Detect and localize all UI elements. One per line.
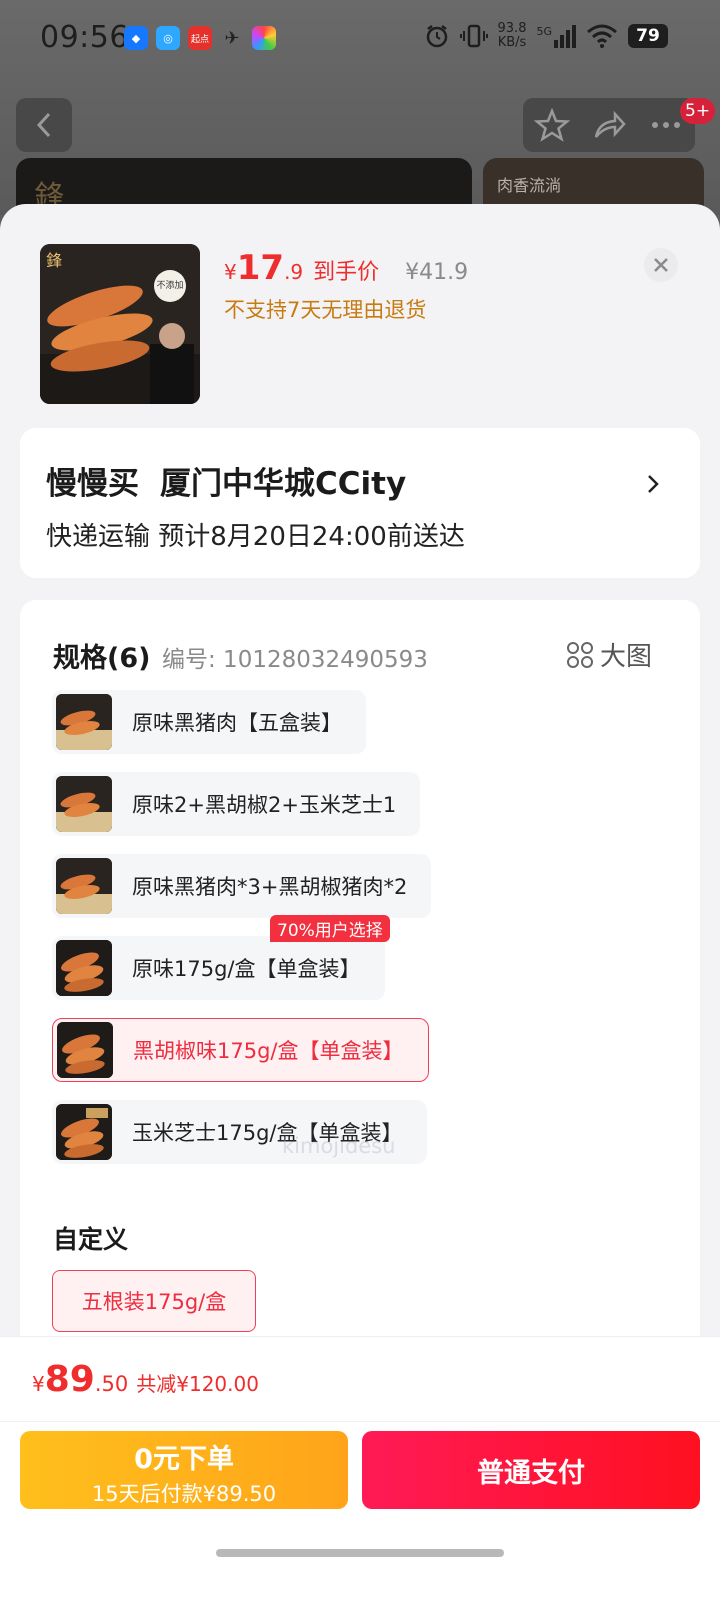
sku-number: 编号: 10128032490593 <box>162 647 428 673</box>
grid-icon <box>567 641 593 668</box>
total-integer: 89 <box>44 1359 95 1400</box>
spec-option-label: 原味175g/盒【单盒装】 <box>132 957 361 981</box>
app-icon-bird: ✈ <box>224 27 240 49</box>
delivery-address-card[interactable]: 慢慢买 厦门中华城CCity 快递运输 预计8月20日24:00前送达 <box>20 428 700 578</box>
app-icon-photos <box>252 26 276 50</box>
app-icon-qidian: 起点 <box>188 26 212 50</box>
big-image-label: 大图 <box>600 642 653 672</box>
spec-option-label: 黑胡椒味175g/盒【单盒装】 <box>133 1039 404 1063</box>
total-currency: ¥ <box>32 1372 45 1396</box>
app-icon-blue: ◆ <box>124 26 148 50</box>
return-policy: 不支持7天无理由退货 <box>224 298 427 322</box>
spec-option[interactable]: 原味黑猪肉*3+黑胡椒猪肉*2 <box>52 854 432 918</box>
delivery-estimate: 快递运输 预计8月20日24:00前送达 <box>46 522 465 552</box>
alarm-icon <box>426 25 447 48</box>
price-integer: 17 <box>236 248 285 288</box>
back-button[interactable] <box>16 98 72 152</box>
home-indicator[interactable] <box>216 1549 504 1557</box>
spec-option-selected[interactable]: 黑胡椒味175g/盒【单盒装】 <box>52 1018 429 1082</box>
status-time: 09:56 <box>40 20 129 55</box>
spec-title-text: 规格 <box>53 643 107 674</box>
status-right: 93.8 KB/s 5G 79 <box>424 22 668 50</box>
spec-option[interactable]: 原味175g/盒【单盒装】 <box>52 936 385 1000</box>
close-button[interactable] <box>644 248 678 282</box>
wifi-icon <box>587 24 617 48</box>
price-label: 到手价 <box>313 260 380 285</box>
spec-option-thumbnail <box>56 940 112 996</box>
share-icon[interactable] <box>591 107 627 143</box>
zero-down-order-button[interactable]: 0元下单 15天后付款¥89.50 <box>20 1431 348 1509</box>
favorite-star-icon[interactable] <box>533 107 570 143</box>
popular-choice-badge: 70%用户选择 <box>270 915 390 942</box>
recipient-name: 慢慢买 <box>46 466 139 502</box>
product-page-background: 09:56 ◆ ◎ 起点 ✈ 93.8 KB/s 5G 79 5+ 鋒 肉香流淌 <box>0 0 720 228</box>
sausage-product-image: 鋒 <box>40 244 200 404</box>
divider <box>0 1421 720 1422</box>
total-discount: 共减¥120.00 <box>136 1372 259 1396</box>
vibrate-icon <box>459 24 488 48</box>
spec-option-label: 原味黑猪肉*3+黑胡椒猪肉*2 <box>132 875 408 899</box>
svg-text:鋒: 鋒 <box>46 251 62 270</box>
spec-title: 规格(6) <box>53 636 150 675</box>
original-price: ¥41.9 <box>405 260 469 285</box>
banner-right-text: 肉香流淌 <box>497 176 562 195</box>
net-speed-value: 93.8 <box>497 21 527 36</box>
thumb-badge: 不添加 <box>156 281 184 291</box>
chevron-right-icon <box>648 475 659 493</box>
price-decimal: .9 <box>284 260 304 284</box>
spec-option-thumbnail <box>56 858 112 914</box>
notification-icons: ◆ ◎ 起点 ✈ <box>124 26 276 50</box>
net-speed-unit: KB/s <box>497 35 527 50</box>
spec-count: (6) <box>107 643 151 674</box>
header-actions <box>523 98 695 152</box>
watermark: kimojidesu <box>282 1134 396 1158</box>
normal-pay-button[interactable]: 普通支付 <box>362 1431 700 1509</box>
network-type: 5G <box>536 24 552 38</box>
close-icon <box>654 258 668 272</box>
custom-section-title: 自定义 <box>53 1225 129 1254</box>
zero-down-label: 0元下单 <box>134 1444 234 1475</box>
net-speed: 93.8 KB/s <box>498 22 527 50</box>
app-icon-chat: ◎ <box>156 26 180 50</box>
zero-down-sublabel: 15天后付款¥89.50 <box>91 1482 277 1506</box>
delivery-place: 厦门中华城CCity <box>160 466 407 502</box>
custom-option-selected[interactable]: 五根装175g/盒 <box>52 1270 256 1332</box>
sheet-product-header: 鋒 不添加 ¥ 17 .9 到手价 ¥41.9 不支持7天无理由退货 <box>0 204 720 424</box>
spec-option-label: 原味黑猪肉【五盒装】 <box>132 711 342 735</box>
cellular-signal-icon: 5G <box>536 24 576 48</box>
product-thumbnail[interactable]: 鋒 不添加 <box>40 244 200 404</box>
spec-option-thumbnail <box>56 694 112 750</box>
spec-option-label: 原味2+黑胡椒2+玉米芝士1 <box>132 793 397 817</box>
big-image-button[interactable]: 大图 <box>566 636 652 673</box>
spec-option-thumbnail <box>57 1022 113 1078</box>
spec-card: 规格(6) 编号: 10128032490593 大图 原味黑猪肉【五盒装】 原… <box>20 600 700 1360</box>
cart-badge: 5+ <box>680 98 716 124</box>
more-icon[interactable] <box>648 107 684 143</box>
total-decimal: .50 <box>94 1372 129 1396</box>
spec-option[interactable]: 原味2+黑胡椒2+玉米芝士1 <box>52 772 421 836</box>
battery-indicator: 79 <box>628 24 668 48</box>
address-chevron <box>646 472 660 500</box>
status-bar: 09:56 ◆ ◎ 起点 ✈ 93.8 KB/s 5G 79 <box>0 0 720 80</box>
total-price-row: ¥ 89 .50 共减¥120.00 <box>32 1359 259 1400</box>
checkout-bar: ¥ 89 .50 共减¥120.00 0元下单 15天后付款¥89.50 普通支… <box>0 1336 720 1600</box>
product-price-row: ¥ 17 .9 到手价 ¥41.9 <box>224 248 468 288</box>
spec-option[interactable]: 原味黑猪肉【五盒装】 <box>52 690 366 754</box>
spec-option-thumbnail <box>56 776 112 832</box>
spec-option-thumbnail <box>56 1104 112 1160</box>
price-currency: ¥ <box>224 260 237 284</box>
chevron-left-icon <box>36 112 51 138</box>
